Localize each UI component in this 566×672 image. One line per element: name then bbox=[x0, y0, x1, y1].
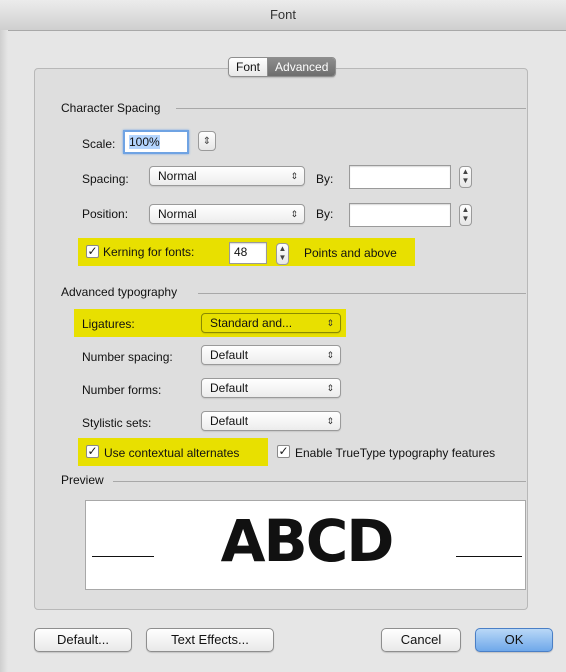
position-label: Position: bbox=[82, 207, 129, 221]
updown-arrows-icon: ⇕ bbox=[326, 416, 334, 426]
window-edge bbox=[0, 30, 8, 672]
ok-button[interactable]: OK bbox=[475, 628, 553, 652]
advanced-typography-title: Advanced typography bbox=[61, 285, 178, 299]
spacing-by-label: By: bbox=[316, 172, 334, 186]
ligatures-select[interactable]: Standard and... ⇕ bbox=[201, 313, 341, 333]
kerning-suffix: Points and above bbox=[304, 246, 397, 260]
preview-divider bbox=[113, 481, 526, 482]
tab-font[interactable]: Font bbox=[229, 58, 269, 76]
scale-label: Scale: bbox=[82, 137, 116, 151]
cancel-button[interactable]: Cancel bbox=[381, 628, 461, 652]
number-forms-value: Default bbox=[210, 381, 249, 395]
preview-text: ABCD bbox=[220, 507, 395, 575]
checkmark-icon: ✓ bbox=[278, 444, 289, 458]
ligatures-value: Standard and... bbox=[210, 316, 293, 330]
contextual-alternates-checkbox[interactable]: ✓ bbox=[86, 445, 99, 458]
spacing-label: Spacing: bbox=[82, 172, 129, 186]
text-effects-button[interactable]: Text Effects... bbox=[146, 628, 274, 652]
position-by-stepper-icon[interactable]: ▲ ▼ bbox=[459, 204, 472, 226]
number-spacing-label: Number spacing: bbox=[82, 350, 173, 364]
position-value: Normal bbox=[158, 207, 197, 221]
stylistic-sets-label: Stylistic sets: bbox=[82, 416, 152, 430]
truetype-features-checkbox[interactable]: ✓ bbox=[277, 445, 290, 458]
advanced-typography-divider bbox=[198, 293, 526, 294]
updown-arrows-icon: ⇕ bbox=[290, 209, 298, 219]
kerning-label: Kerning for fonts: bbox=[103, 245, 195, 259]
tab-advanced[interactable]: Advanced bbox=[268, 58, 336, 76]
position-by-input[interactable] bbox=[349, 203, 451, 227]
kerning-stepper-icon[interactable]: ▲ ▼ bbox=[276, 243, 289, 265]
checkmark-icon: ✓ bbox=[87, 244, 98, 258]
checkmark-icon: ✓ bbox=[87, 444, 98, 458]
spacing-select[interactable]: Normal ⇕ bbox=[149, 166, 305, 186]
stylistic-sets-select[interactable]: Default ⇕ bbox=[201, 411, 341, 431]
updown-arrows-icon: ⇕ bbox=[326, 318, 334, 328]
tab-control: Font Advanced bbox=[228, 57, 337, 77]
spacing-value: Normal bbox=[158, 169, 197, 183]
number-forms-label: Number forms: bbox=[82, 383, 162, 397]
stylistic-sets-value: Default bbox=[210, 414, 249, 428]
preview-title: Preview bbox=[61, 473, 104, 487]
position-by-label: By: bbox=[316, 207, 334, 221]
preview-box: ABCD bbox=[85, 500, 526, 590]
contextual-alternates-label: Use contextual alternates bbox=[104, 446, 240, 460]
default-button[interactable]: Default... bbox=[34, 628, 132, 652]
scale-stepper-icon[interactable]: ⇕ bbox=[198, 131, 216, 151]
font-dialog: Font Font Advanced Character Spacing Sca… bbox=[0, 0, 566, 672]
preview-baseline-right bbox=[456, 556, 522, 557]
ligatures-label: Ligatures: bbox=[82, 317, 135, 331]
character-spacing-title: Character Spacing bbox=[61, 101, 161, 115]
scale-input[interactable]: 100% bbox=[123, 130, 189, 154]
character-spacing-divider bbox=[176, 108, 526, 109]
truetype-features-label: Enable TrueType typography features bbox=[295, 446, 496, 460]
number-spacing-select[interactable]: Default ⇕ bbox=[201, 345, 341, 365]
preview-baseline-left bbox=[92, 556, 154, 557]
updown-arrows-icon: ⇕ bbox=[290, 171, 298, 181]
kerning-checkbox[interactable]: ✓ bbox=[86, 245, 99, 258]
scale-value: 100% bbox=[129, 135, 160, 149]
position-select[interactable]: Normal ⇕ bbox=[149, 204, 305, 224]
updown-arrows-icon: ⇕ bbox=[326, 350, 334, 360]
spacing-by-stepper-icon[interactable]: ▲ ▼ bbox=[459, 166, 472, 188]
number-forms-select[interactable]: Default ⇕ bbox=[201, 378, 341, 398]
kerning-input[interactable]: 48 bbox=[229, 242, 267, 264]
window-title: Font bbox=[0, 0, 566, 31]
number-spacing-value: Default bbox=[210, 348, 249, 362]
updown-arrows-icon: ⇕ bbox=[326, 383, 334, 393]
spacing-by-input[interactable] bbox=[349, 165, 451, 189]
